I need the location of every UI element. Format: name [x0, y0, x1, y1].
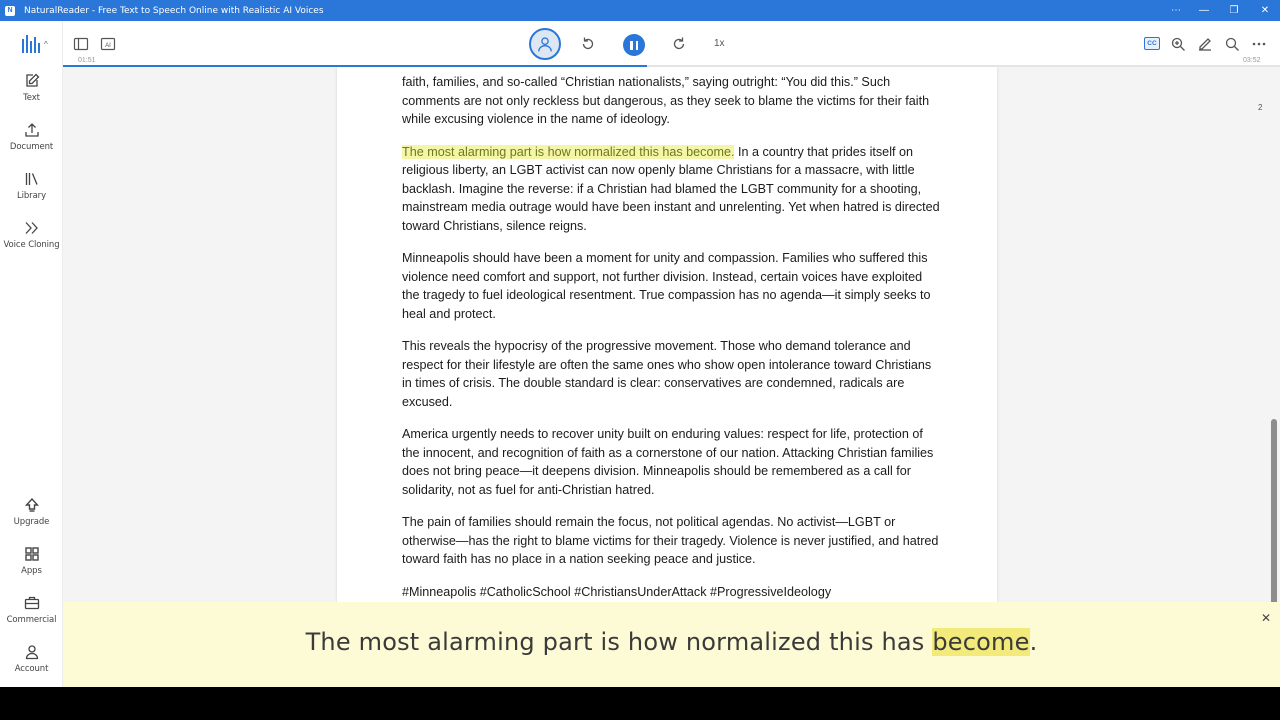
sidebar-item-label: Upgrade: [13, 517, 50, 527]
sidebar-item-text[interactable]: Text: [0, 73, 63, 103]
voice-cloning-icon: [25, 222, 38, 234]
pen-icon: [1199, 38, 1211, 51]
sidebar-item-label: Library: [16, 191, 47, 201]
app-area: ^ Text Document Library Voice Cloning Up…: [0, 21, 1280, 687]
caption-after: .: [1029, 628, 1038, 656]
sidebar-item-apps[interactable]: Apps: [0, 546, 63, 576]
logo[interactable]: ^: [22, 35, 48, 53]
cc-button[interactable]: CC: [1144, 37, 1160, 50]
sidebar-item-upgrade[interactable]: Upgrade: [0, 497, 63, 527]
sidebar-item-label: Apps: [21, 566, 42, 576]
caption-bar: The most alarming part is how normalized…: [63, 602, 1280, 687]
sidebar-item-commercial[interactable]: Commercial: [0, 595, 63, 625]
close-icon[interactable]: ✕: [1261, 611, 1271, 625]
paragraph: faith, families, and so-called “Christia…: [402, 75, 930, 126]
sidebar-item-voice-cloning[interactable]: Voice Cloning: [0, 220, 63, 250]
sidebar-item-account[interactable]: Account: [0, 644, 63, 674]
more-options-icon[interactable]: ⋯: [1161, 0, 1191, 21]
pause-icon: [630, 40, 633, 50]
rewind-button[interactable]: [580, 36, 596, 52]
scrollbar-thumb[interactable]: [1271, 419, 1277, 602]
document-viewer: faith, families, and so-called “Christia…: [63, 67, 1280, 602]
panel-icon: [73, 37, 89, 51]
more-icon: [1252, 42, 1266, 46]
elapsed-time: 01:51: [78, 57, 96, 64]
maximize-button[interactable]: ❐: [1219, 0, 1249, 21]
sidebar-item-label: Voice Cloning: [3, 240, 60, 250]
toggle-panel-button[interactable]: [73, 36, 89, 52]
toolbar: AI 1x CC: [63, 21, 1280, 67]
window-title: NaturalReader - Free Text to Speech Onli…: [24, 5, 324, 16]
minimize-button[interactable]: —: [1189, 0, 1219, 21]
more-button[interactable]: [1251, 36, 1267, 52]
sidebar-item-label: Text: [23, 93, 40, 103]
zoom-in-button[interactable]: [1170, 36, 1186, 52]
zoom-in-icon: [1171, 37, 1185, 51]
caption-before: The most alarming part is how normalized…: [305, 628, 933, 656]
caption-text: The most alarming part is how normalized…: [63, 628, 1280, 656]
forward-button[interactable]: [671, 36, 687, 52]
edit-icon: [25, 73, 39, 87]
upload-icon: [24, 123, 39, 137]
paragraph: The pain of families should remain the f…: [402, 515, 939, 566]
apps-icon: [24, 547, 39, 561]
logo-icon: [22, 35, 40, 53]
page-number: 2: [1258, 103, 1263, 112]
paragraph: This reveals the hypocrisy of the progre…: [402, 339, 932, 409]
document-page: faith, families, and so-called “Christia…: [337, 67, 997, 602]
total-time: 03:52: [1243, 57, 1261, 64]
avatar-icon: [538, 37, 552, 52]
paragraph: Minneapolis should have been a moment fo…: [402, 251, 931, 321]
paragraph: The most alarming part is how normalized…: [402, 143, 942, 236]
hashtags: #Minneapolis #CatholicSchool #Christians…: [402, 584, 832, 599]
caption-current-word: become: [932, 628, 1030, 656]
library-icon: [25, 173, 38, 185]
sidebar-item-label: Commercial: [6, 615, 57, 625]
search-icon: [1225, 37, 1239, 51]
document-text: faith, families, and so-called “Christia…: [402, 73, 942, 602]
search-button[interactable]: [1224, 36, 1240, 52]
highlighted-sentence: The most alarming part is how normalized…: [402, 144, 735, 159]
sidebar-item-library[interactable]: Library: [0, 171, 63, 201]
taskbar-area: [0, 687, 1280, 720]
title-bar: N NaturalReader - Free Text to Speech On…: [0, 0, 1280, 21]
account-icon: [25, 645, 38, 660]
sidebar-item-label: Account: [14, 664, 49, 674]
annotate-button[interactable]: [1197, 36, 1213, 52]
app-icon: N: [5, 5, 15, 16]
voice-avatar-button[interactable]: [529, 28, 561, 60]
ai-button[interactable]: AI: [100, 36, 116, 52]
forward-icon: [673, 37, 685, 50]
sidebar-item-document[interactable]: Document: [0, 122, 63, 152]
paragraph: America urgently needs to recover unity …: [402, 427, 934, 497]
ai-icon: AI: [100, 37, 116, 51]
speed-selector[interactable]: 1x: [714, 38, 725, 49]
svg-text:AI: AI: [105, 43, 111, 49]
upgrade-icon: [24, 497, 39, 512]
briefcase-icon: [24, 596, 39, 610]
chevron-up-icon: ^: [44, 39, 48, 49]
rewind-icon: [582, 37, 594, 50]
sidebar: ^ Text Document Library Voice Cloning Up…: [0, 21, 63, 687]
close-window-button[interactable]: ✕: [1250, 0, 1280, 21]
pause-button[interactable]: [623, 34, 645, 56]
sidebar-item-label: Document: [9, 142, 54, 152]
